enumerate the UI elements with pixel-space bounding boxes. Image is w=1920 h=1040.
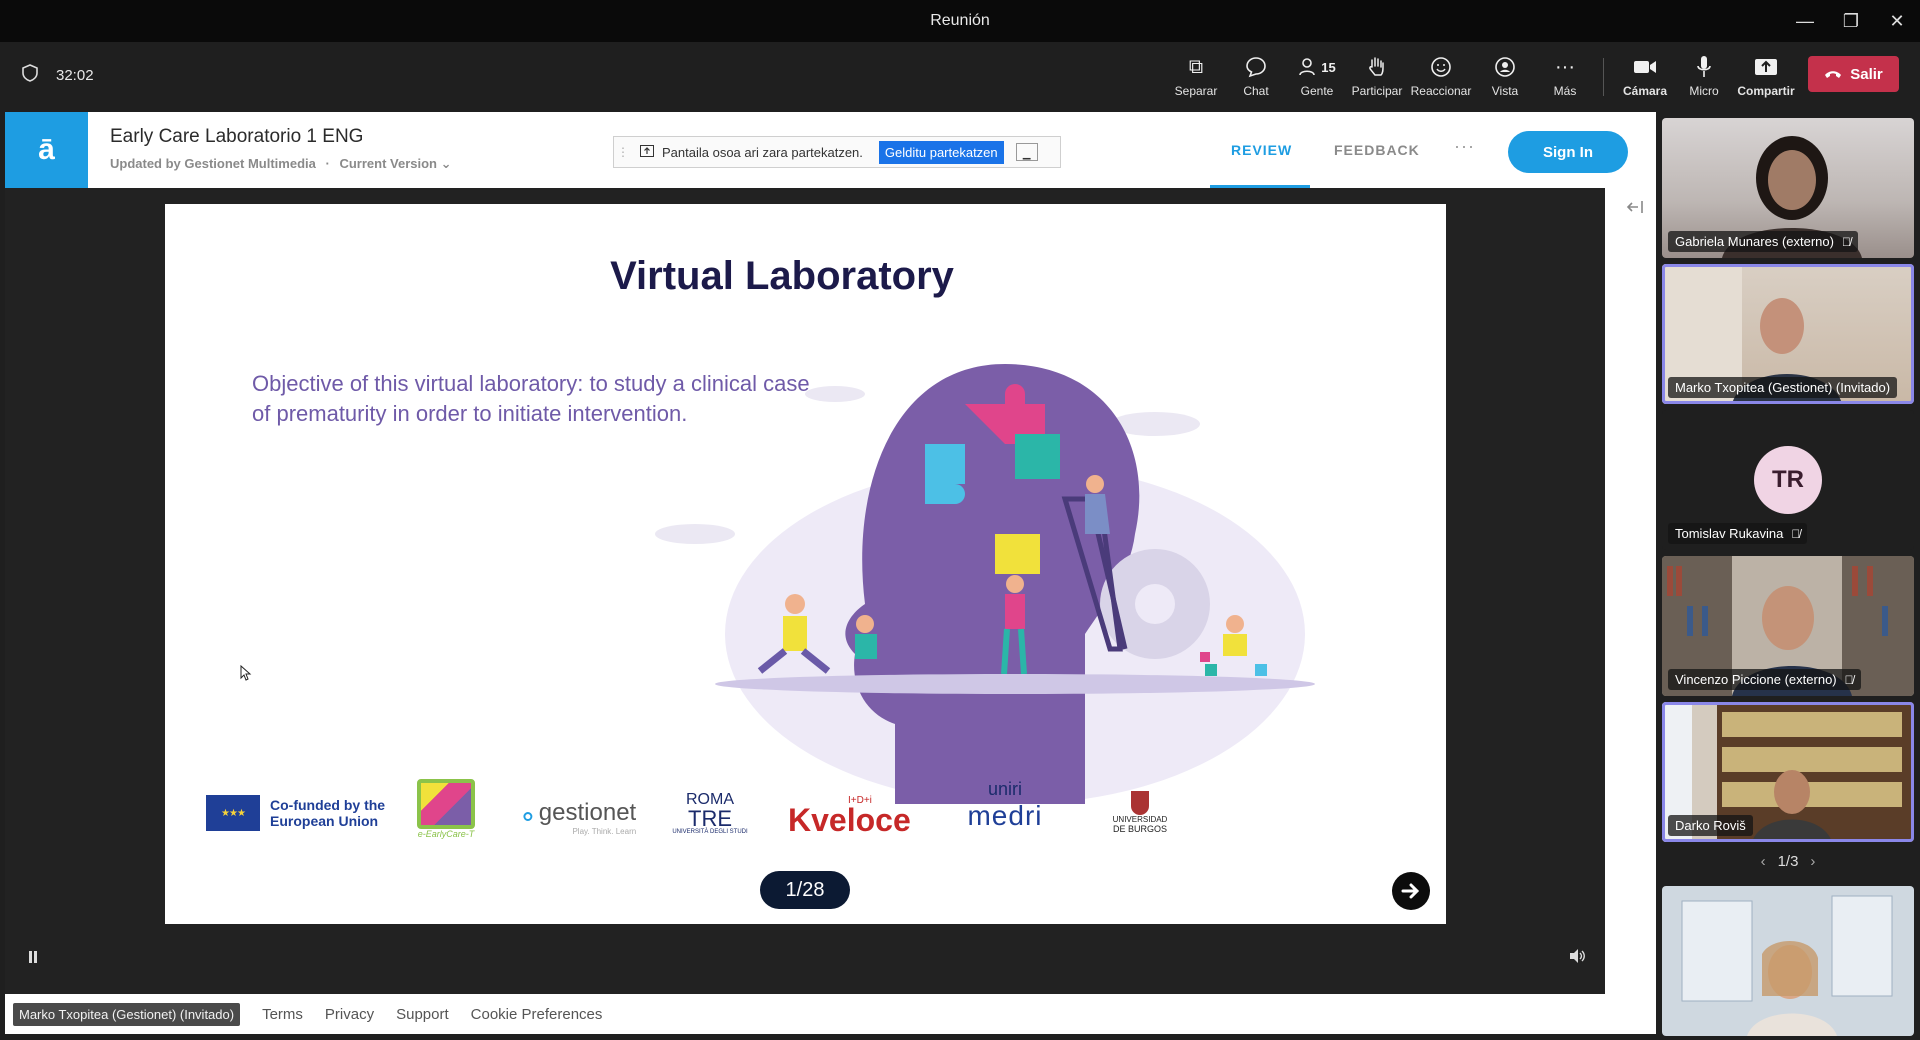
eu-logo: ★★★ Co-funded by the European Union [206,795,410,831]
participants-pager: ‹ 1/3 › [1760,853,1816,870]
participant-name: Darko Roviš [1668,815,1753,836]
slide-counter: 1/28 [760,871,850,909]
review-sidebar-strip [1605,188,1656,994]
tab-review[interactable]: REVIEW [1231,142,1292,158]
minimize-banner-button[interactable]: ▁ [1015,143,1038,161]
raise-hand-icon [1367,52,1387,82]
chevron-left-icon[interactable]: ‹ [1761,853,1766,870]
more-icon: ··· [1555,55,1575,78]
presenter-name-tag: Marko Txopitea (Gestionet) (Invitado) [13,1002,241,1026]
chat-button[interactable]: Chat [1225,52,1287,104]
burgos-crest-icon [1131,791,1149,815]
share-screen-icon [640,144,654,160]
participant-tile[interactable]: TR Tomislav Rukavina 🎙̸ [1662,410,1914,550]
burgos-logo: UNIVERSIDAD DE BURGOS [1110,791,1170,834]
eu-logo-text: Co-funded by the European Union [270,797,386,829]
window-controls: — ❐ ✕ [1782,0,1920,42]
version-dropdown[interactable]: Current Version ⌄ [339,156,451,171]
stop-sharing-button[interactable]: Gelditu partekatzen [878,140,1004,164]
mic-muted-icon: 🎙̸ [1844,672,1854,687]
people-button[interactable]: 15 Gente [1286,52,1348,104]
kveloce-logo: I+D+i Kveloce [788,795,911,838]
mic-muted-icon: 🎙̸ [1791,526,1801,541]
leave-button[interactable]: Salir [1808,56,1899,92]
camera-icon [1633,52,1657,82]
uniri-medri-logo: uniri medri [967,779,1043,831]
minimize-icon[interactable]: — [1782,0,1828,42]
gestionet-icon: ⚬ [517,802,539,832]
restore-icon[interactable]: ❐ [1828,0,1874,42]
smiley-icon [1430,52,1452,82]
share-banner-text: Pantaila osoa ari zara partekatzen. [662,144,863,160]
timer-text: 32:02 [56,66,94,84]
participant-avatar: TR [1754,446,1822,514]
people-icon: 15 [1298,52,1336,82]
more-options-icon[interactable]: ··· [1454,136,1475,157]
participant-tile[interactable] [1662,886,1914,1036]
share-icon [1754,52,1778,82]
tab-feedback[interactable]: FEEDBACK [1334,142,1420,158]
pause-icon[interactable] [28,950,38,969]
chevron-right-icon[interactable]: › [1810,853,1815,870]
participant-tile[interactable]: Gabriela Munares (externo) 🎙̸ [1662,118,1914,258]
slide: Virtual Laboratory Objective of this vir… [165,204,1446,924]
footer-link-privacy[interactable]: Privacy [325,1006,374,1023]
participant-tile[interactable]: Darko Roviš [1662,702,1914,842]
document-title: Early Care Laboratorio 1 ENG [110,126,364,147]
window-title: Reunión [930,12,990,29]
earlycare-icon [417,779,475,829]
sign-in-button[interactable]: Sign In [1508,131,1628,173]
participant-name: Marko Txopitea (Gestionet) (Invitado) [1668,377,1898,398]
head-puzzle-illustration [655,364,1315,804]
participant-video [1681,895,1893,1036]
footer-link-cookie-preferences[interactable]: Cookie Preferences [471,1006,603,1023]
participant-name: Vincenzo Piccione (externo) 🎙̸ [1668,669,1861,690]
eu-flag-icon: ★★★ [206,795,260,831]
react-button[interactable]: Reaccionar [1410,52,1472,104]
collapse-sidebar-icon[interactable] [1626,198,1644,219]
earlycare-logo: e-EarlyCare-T [417,779,475,839]
hangup-icon [1824,66,1842,83]
raise-hand-button[interactable]: Participar [1346,52,1408,104]
slide-title: Virtual Laboratory [610,254,954,298]
share-button[interactable]: Compartir [1735,52,1797,104]
microphone-button[interactable]: Micro [1673,52,1735,104]
meeting-timer: 32:02 [22,64,94,86]
drag-handle-icon[interactable]: ⋮ [614,145,632,159]
popout-icon: ⧉ [1188,55,1204,78]
mouse-cursor-icon [240,664,252,686]
roma-tre-logo: ROMA TRE UNIVERSITÀ DEGLI STUDI [672,791,748,835]
camera-button[interactable]: Cámara [1614,52,1676,104]
close-icon[interactable]: ✕ [1874,0,1920,42]
app-logo[interactable]: ā [5,112,88,188]
app-header: ā Early Care Laboratorio 1 ENG Updated b… [5,112,1656,188]
footer-link-terms[interactable]: Terms [262,1006,303,1023]
view-button[interactable]: Vista [1474,52,1536,104]
participant-name: Gabriela Munares (externo) 🎙̸ [1668,231,1858,252]
participant-tile[interactable]: Marko Txopitea (Gestionet) (Invitado) [1662,264,1914,404]
volume-icon[interactable] [1568,948,1586,969]
gestionet-logo: ⚬ gestionet Play. Think. Learn [517,799,637,836]
footer-link-support[interactable]: Support [396,1006,449,1023]
view-icon [1494,52,1516,82]
screen-share-banner: ⋮ Pantaila osoa ari zara partekatzen. Ge… [613,136,1061,168]
participant-tile[interactable]: Vincenzo Piccione (externo) 🎙̸ [1662,556,1914,696]
more-button[interactable]: ··· Más [1534,52,1596,104]
presentation-player: Virtual Laboratory Objective of this vir… [5,188,1605,994]
microphone-icon [1695,52,1713,82]
window-titlebar: Reunión — ❐ ✕ [0,0,1920,42]
shield-icon [22,64,38,86]
document-subtitle: Updated by Gestionet Multimedia · Curren… [110,156,452,171]
participant-name: Tomislav Rukavina 🎙̸ [1668,523,1808,544]
separate-button[interactable]: ⧉ Separar [1165,52,1227,104]
chat-icon [1245,52,1267,82]
app-footer: Marko Txopitea (Gestionet) (Invitado) Te… [5,994,1656,1034]
people-count: 15 [1321,59,1336,75]
shared-screen: ā Early Care Laboratorio 1 ENG Updated b… [5,112,1656,1034]
toolbar-divider [1603,58,1604,96]
next-slide-button[interactable] [1392,872,1430,910]
meeting-toolbar: 32:02 ⧉ Separar Chat 15 Gente Participar [0,42,1920,112]
mic-muted-icon: 🎙̸ [1841,234,1851,249]
